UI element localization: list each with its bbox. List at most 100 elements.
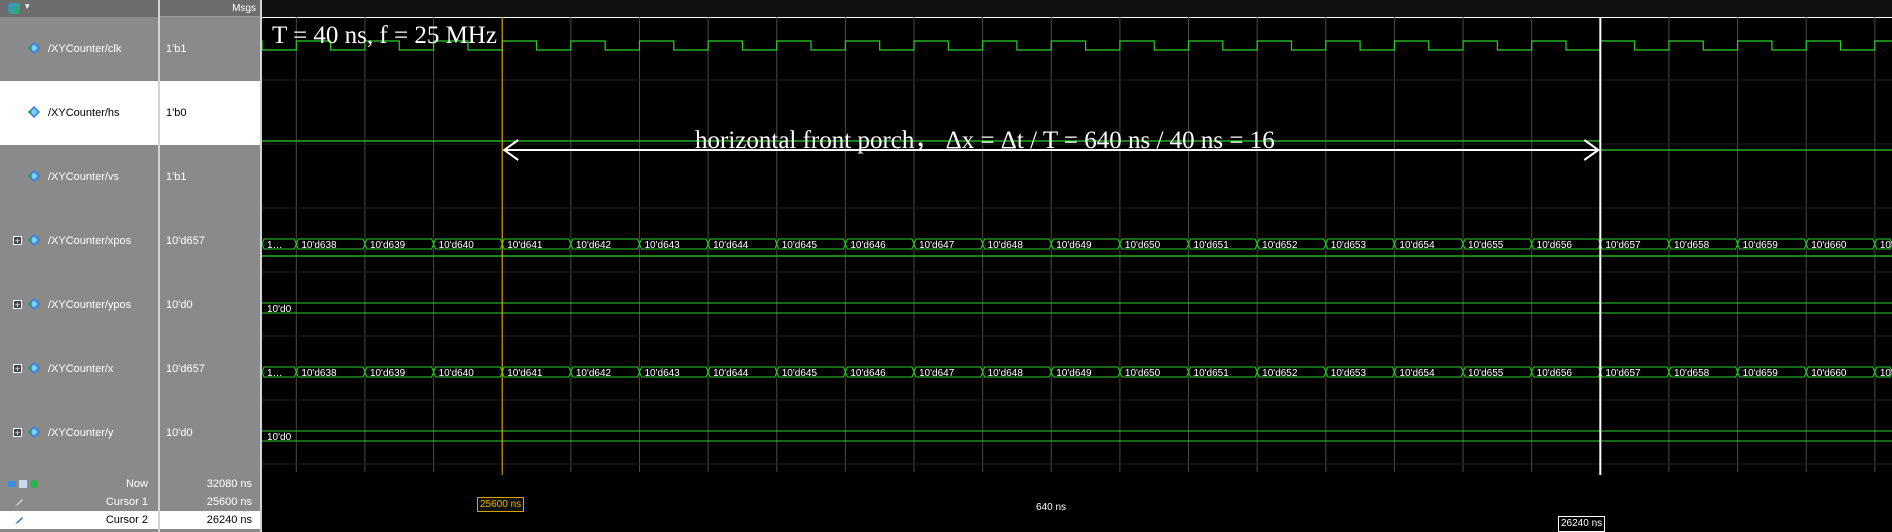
signal-type-icon	[28, 106, 40, 118]
xpos-bus-value-label: 10'd656	[1537, 240, 1573, 251]
xpos-bus-value-label: 10'd639	[370, 240, 406, 251]
x-bus-value-label: 10'd655	[1468, 368, 1504, 379]
x-bus-value-label: 10'd639	[370, 368, 406, 379]
xpos-bus-value-label: 10'd659	[1743, 240, 1779, 251]
x-bus-value-label: 10'd650	[1125, 368, 1161, 379]
signal-type-icon	[28, 234, 40, 246]
x-bus-value-label: 10'd645	[782, 368, 818, 379]
signal-row[interactable]: + /XYCounter/xpos	[0, 209, 158, 273]
signal-row[interactable]: /XYCounter/vs	[0, 145, 158, 209]
now-label: Now	[125, 478, 148, 490]
x-bus-value-label: 10'd653	[1331, 368, 1367, 379]
x-bus-value-label: 10'd658	[1674, 368, 1710, 379]
signal-row[interactable]: + /XYCounter/ypos	[0, 273, 158, 337]
signal-name-pane: /XYCounter/clk/XYCounter/hs/XYCounter/vs…	[0, 17, 158, 465]
xpos-bus-value-label: 10'd660	[1811, 240, 1847, 251]
signal-type-icon	[28, 298, 40, 310]
ypos-bus-value-label: 10'd0	[267, 304, 292, 315]
signal-type-icon	[28, 426, 40, 438]
wave-tool-icon[interactable]	[8, 3, 20, 14]
signal-row[interactable]: + /XYCounter/y	[0, 401, 158, 465]
xpos-bus-value-label: 10'd642	[576, 240, 612, 251]
expand-icon[interactable]: +	[13, 236, 22, 246]
expand-icon[interactable]: +	[13, 300, 22, 310]
x-bus-value-label: 10'd643	[644, 368, 680, 379]
signal-value-row: 1'b1	[160, 17, 260, 81]
signal-value-row: 1'b0	[160, 81, 260, 145]
xpos-bus-value-label: 10'd653	[1331, 240, 1367, 251]
signal-value: 1'b1	[166, 43, 187, 55]
x-bus-value-label: 10'd651	[1194, 368, 1230, 379]
x-bus-value-label: 10'd648	[988, 368, 1024, 379]
wave-header	[262, 0, 1892, 18]
expand-icon[interactable]: +	[13, 428, 22, 438]
chevron-down-icon[interactable]: ▾	[25, 1, 30, 12]
x-bus-value-label: 10'd652	[1262, 368, 1298, 379]
signal-value-pane: 1'b1 1'b0 1'b1 10'd657 10'd0 10'd657 10'd0	[160, 17, 260, 465]
x-bus-value-label: 10'd656	[1537, 368, 1573, 379]
xpos-bus-value-label: 10'…	[1880, 240, 1892, 251]
signal-row[interactable]: /XYCounter/clk	[0, 17, 158, 81]
signal-row[interactable]: + /XYCounter/x	[0, 337, 158, 401]
xpos-bus-value-label: 10'd650	[1125, 240, 1161, 251]
cursor2-time-box[interactable]: 26240 ns	[1558, 516, 1606, 532]
signal-type-icon	[28, 42, 40, 54]
x-bus-value-label: 1…	[267, 368, 283, 379]
x-bus-value-label: 10'd641	[507, 368, 543, 379]
xpos-bus-value-label: 10'd638	[301, 240, 337, 251]
x-bus-value-label: 10'd642	[576, 368, 612, 379]
signal-value: 10'd657	[166, 363, 205, 375]
waveform-pane[interactable]: 1… 10'd638 10'd639 10'd640 10'd641 10'd642 10'…	[262, 17, 1892, 475]
signal-type-icon	[28, 170, 40, 182]
x-bus-value-label: 10'd649	[1056, 368, 1092, 379]
cursor-pen-icon[interactable]	[14, 497, 24, 507]
cursor-pen-icon[interactable]	[14, 515, 24, 525]
xpos-bus-value-label: 10'd658	[1674, 240, 1710, 251]
xpos-bus-value-label: 10'd651	[1194, 240, 1230, 251]
cursor-tools-icon[interactable]	[8, 479, 48, 489]
xpos-bus-value-label: 10'd643	[644, 240, 680, 251]
front-porch-annotation: horizontal front porch， Δx = Δt / T = 64…	[695, 127, 1275, 154]
xpos-bus-value-label: 10'd640	[439, 240, 475, 251]
cursor-delta: 640 ns	[1036, 502, 1067, 513]
signal-name: /XYCounter/hs	[48, 107, 120, 119]
xpos-bus-value-label: 10'd649	[1056, 240, 1092, 251]
cursor1-row[interactable]: Cursor 1	[0, 493, 158, 511]
x-bus-value-label: 10'd654	[1399, 368, 1435, 379]
x-bus-value-label: 10'…	[1880, 368, 1892, 379]
cursor2-value: 26240 ns	[206, 514, 252, 526]
xpos-bus-value-label: 10'd641	[507, 240, 543, 251]
signal-value-row: 10'd0	[160, 401, 260, 465]
cursor1-time-box[interactable]: 25600 ns	[477, 497, 525, 512]
signal-value-row: 1'b1	[160, 145, 260, 209]
cursor1-value-row: 25600 ns	[160, 493, 260, 511]
now-value-row: 32080 ns	[160, 475, 260, 493]
expand-icon[interactable]: +	[13, 364, 22, 374]
signal-name: /XYCounter/vs	[48, 171, 119, 183]
xpos-bus-value-label: 10'd655	[1468, 240, 1504, 251]
x-bus-value-label: 10'd660	[1811, 368, 1847, 379]
now-value: 32080 ns	[206, 478, 252, 490]
cursor-name-pane: Now Cursor 1 Cursor 2	[0, 465, 158, 532]
cursor1-label: Cursor 1	[105, 496, 148, 508]
clk-waveform	[262, 40, 1892, 51]
cursor-value-pane: 32080 ns 25600 ns 26240 ns	[160, 465, 260, 532]
signal-type-icon	[28, 362, 40, 374]
xpos-bus-value-label: 10'd644	[713, 240, 749, 251]
y-bus-value-label: 10'd0	[267, 432, 292, 443]
signal-name: /XYCounter/x	[48, 363, 114, 375]
signal-value: 10'd657	[166, 235, 205, 247]
signal-value-row: 10'd657	[160, 337, 260, 401]
x-bus-value-label: 10'd646	[850, 368, 886, 379]
x-bus-value-label: 10'd647	[919, 368, 955, 379]
xpos-bus-value-label: 1…	[267, 240, 283, 251]
cursor2-value-row: 26240 ns	[160, 511, 260, 529]
toolbar-header: ▾	[0, 0, 158, 18]
period-annotation: T = 40 ns, f = 25 MHz	[272, 22, 497, 49]
signal-value-row: 10'd0	[160, 273, 260, 337]
xpos-bus-value-label: 10'd657	[1605, 240, 1641, 251]
cursor1-value: 25600 ns	[206, 496, 252, 508]
signal-row[interactable]: /XYCounter/hs	[0, 81, 158, 145]
cursor2-row[interactable]: Cursor 2	[0, 511, 158, 529]
xpos-bus-value-label: 10'd648	[988, 240, 1024, 251]
